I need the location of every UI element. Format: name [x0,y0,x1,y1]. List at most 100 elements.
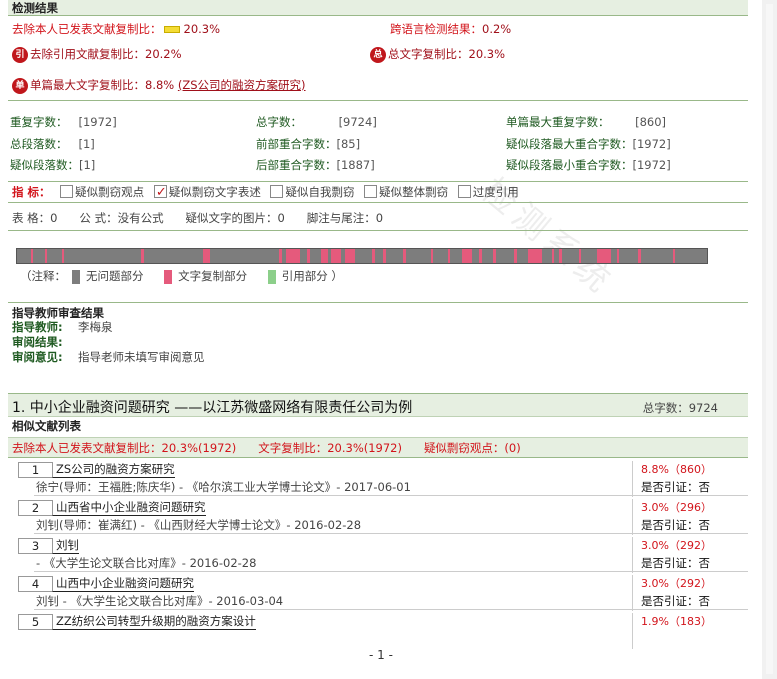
cite-badge-icon: 引 [12,46,28,63]
ref-title[interactable]: ZS公司的融资方案研究 [52,462,175,478]
copy-segment [321,249,328,263]
stat-front: 前部重合字数：[85] [256,137,361,151]
ref-meta: 徐宁(导师：王福胜;陈庆华) - 《哈尔滨工业大学博士论文》- 2017-06-… [36,480,411,494]
copy-segment [403,249,406,263]
stat-para-max: 疑似段落最大重合字数：[1972] [506,137,671,151]
ratio-bar-icon [163,26,180,33]
formula-info: 公 式：没有公式 [79,211,164,225]
teacher-name: 李梅泉 [78,320,113,334]
total-badge-icon: 总 [370,46,386,63]
indicators-row: 指 标： 疑似剽窃观点 疑似剽窃文字表述 疑似自我剽窃 疑似整体剽窃 过度引用 [8,181,748,203]
excl-self-value: 20.3% [183,22,221,36]
total-value: 20.3% [468,47,506,61]
legend-cite: 引用部分 [281,269,328,283]
checkbox-self-plag[interactable] [270,185,284,198]
stat-repeat: 重复字数： [1972] [10,115,117,129]
ref-item[interactable]: 3 刘钊 - 《大学生论文联合比对库》- 2016-02-28 3.0%（292… [8,535,748,573]
copy-segment [279,249,282,263]
ref-item[interactable]: 1 ZS公司的融资方案研究 徐宁(导师：王福胜;陈庆华) - 《哈尔滨工业大学博… [8,459,748,497]
ref-item[interactable]: 4 山西中小企业融资问题研究 刘钊 - 《大学生论文联合比对库》- 2016-0… [8,573,748,611]
copy-segment [559,249,562,263]
images-count: 疑似文字的图片：0 [185,211,285,225]
ref-cited: 是否引证：否 [641,518,710,532]
copy-segment [638,249,641,263]
copy-segment [203,249,210,263]
stat-back: 后部重合字数：[1887] [256,158,375,172]
copy-segment [372,249,375,263]
legend-none-swatch [72,269,80,284]
line-total: 总总文字复制比：20.3% [370,46,505,63]
cross-lang-value: 0.2% [482,22,512,36]
copy-segment [673,249,675,263]
ref-title[interactable]: 山西省中小企业融资问题研究 [52,500,206,516]
ref-percent: 3.0%（292） [641,577,712,590]
copy-segment [307,249,310,263]
ref-item[interactable]: 5 ZZ纺织公司转型升级期的融资方案设计 1.9%（183） [8,611,748,649]
paper-summary-band: 去除本人已发表文献复制比：20.3%(1972) 文字复制比：20.3%(197… [8,437,748,458]
ref-meta: 刘钊 - 《大学生论文联合比对库》- 2016-03-04 [36,594,284,608]
page-number: - 1 - [369,648,393,662]
line-excl-self: 去除本人已发表文献复制比： 20.3% [12,21,220,37]
copy-segment [383,249,386,263]
copy-segment [514,249,517,263]
stat-para-min: 疑似段落最小重合字数：[1972] [506,158,671,172]
ref-meta: - 《大学生论文联合比对库》- 2016-02-28 [36,556,257,570]
line-cross-lang: 跨语言检测结果：0.2% [390,21,511,37]
divider [8,100,748,101]
band-copy: 文字复制比：20.3%(1972) [258,441,402,455]
copy-segment [448,249,450,263]
checkbox-plag-text[interactable] [153,183,167,203]
review-block: 指导教师: 李梅泉 审阅结果: 审阅意见: 指导老师未填写审阅意见 [12,320,205,364]
indicators-label: 指 标： [12,185,51,199]
section-header-results: 检测结果 [8,0,748,16]
ref-item[interactable]: 2 山西省中小企业融资问题研究 刘钊(导师：崔满红) - 《山西财经大学博士论文… [8,497,748,535]
footnotes-count: 脚注与尾注：0 [306,211,384,225]
ref-title[interactable]: 山西中小企业融资问题研究 [52,576,194,592]
ref-title[interactable]: 刘钊 [52,538,79,554]
line-single-max: 单单篇最大文字复制比：8.8% (ZS公司的融资方案研究) [12,77,306,94]
paper-title-band: 1. 中小企业融资问题研究 ——以江苏微盛网络有限责任公司为例 总字数：9724 [8,393,748,417]
stat-single-max: 单篇最大重复字数： [860] [506,115,667,129]
divider [8,230,748,231]
checkbox-plag-view[interactable] [60,185,74,198]
checkbox-whole-plag[interactable] [364,185,378,198]
cross-lang-label: 跨语言检测结果： [390,22,482,36]
ref-meta: 刘钊(导师：崔满红) - 《山西财经大学博士论文》- 2016-02-28 [36,518,362,532]
single-max-value: 8.8% [145,78,175,92]
review-opinion: 指导老师未填写审阅意见 [78,350,205,364]
ref-cited: 是否引证：否 [641,556,710,570]
stats-grid: 重复字数： [1972] 总字数： [9724] 单篇最大重复字数： [860]… [10,114,748,174]
table-formula-line: 表 格：0 公 式：没有公式 疑似文字的图片：0 脚注与尾注：0 [12,210,383,226]
ref-title[interactable]: ZZ纺织公司转型升级期的融资方案设计 [52,614,256,630]
band-plag: 疑似剽窃观点：(0) [423,441,521,455]
legend-none: 无问题部分 [86,269,144,283]
stat-sus-paragraphs: 疑似段落数：[1] [10,158,96,172]
ref-percent: 3.0%（292） [641,539,712,552]
copy-segment [331,249,341,263]
single-max-link[interactable]: (ZS公司的融资方案研究) [178,78,306,92]
paper-total-chars: 总字数：9724 [642,401,718,415]
paper-title: 1. 中小企业融资问题研究 ——以江苏微盛网络有限责任公司为例 [12,400,413,416]
copy-segment [286,249,300,263]
copy-segment [45,249,47,263]
tables-count: 表 格：0 [12,211,58,225]
copy-segment [479,249,482,263]
copy-segment [62,249,64,263]
single-max-label: 单篇最大文字复制比： [30,78,145,92]
report-page: 检测系统 检测结果 去除本人已发表文献复制比： 20.3% 跨语言检测结果：0.2… [0,0,762,679]
ref-percent: 1.9%（183） [641,615,712,628]
ref-percent: 8.8%（860） [641,463,712,476]
similar-list-header: 相似文献列表 [12,419,81,433]
legend-copy-swatch [164,269,173,284]
total-label: 总文字复制比： [388,47,469,61]
copy-segment [31,249,33,263]
copy-distribution-bar [16,248,708,264]
ref-cited: 是否引证：否 [641,480,710,494]
copy-segment [579,249,581,263]
ref-cited: 是否引证：否 [641,594,710,608]
band-excl: 去除本人已发表文献复制比：20.3%(1972) [12,441,237,455]
checkbox-over-cite[interactable] [457,185,471,198]
copy-segment [552,249,554,263]
vertical-scrollbar[interactable] [762,0,777,679]
line-excl-ref: 引去除引用文献复制比：20.2% [12,46,182,63]
